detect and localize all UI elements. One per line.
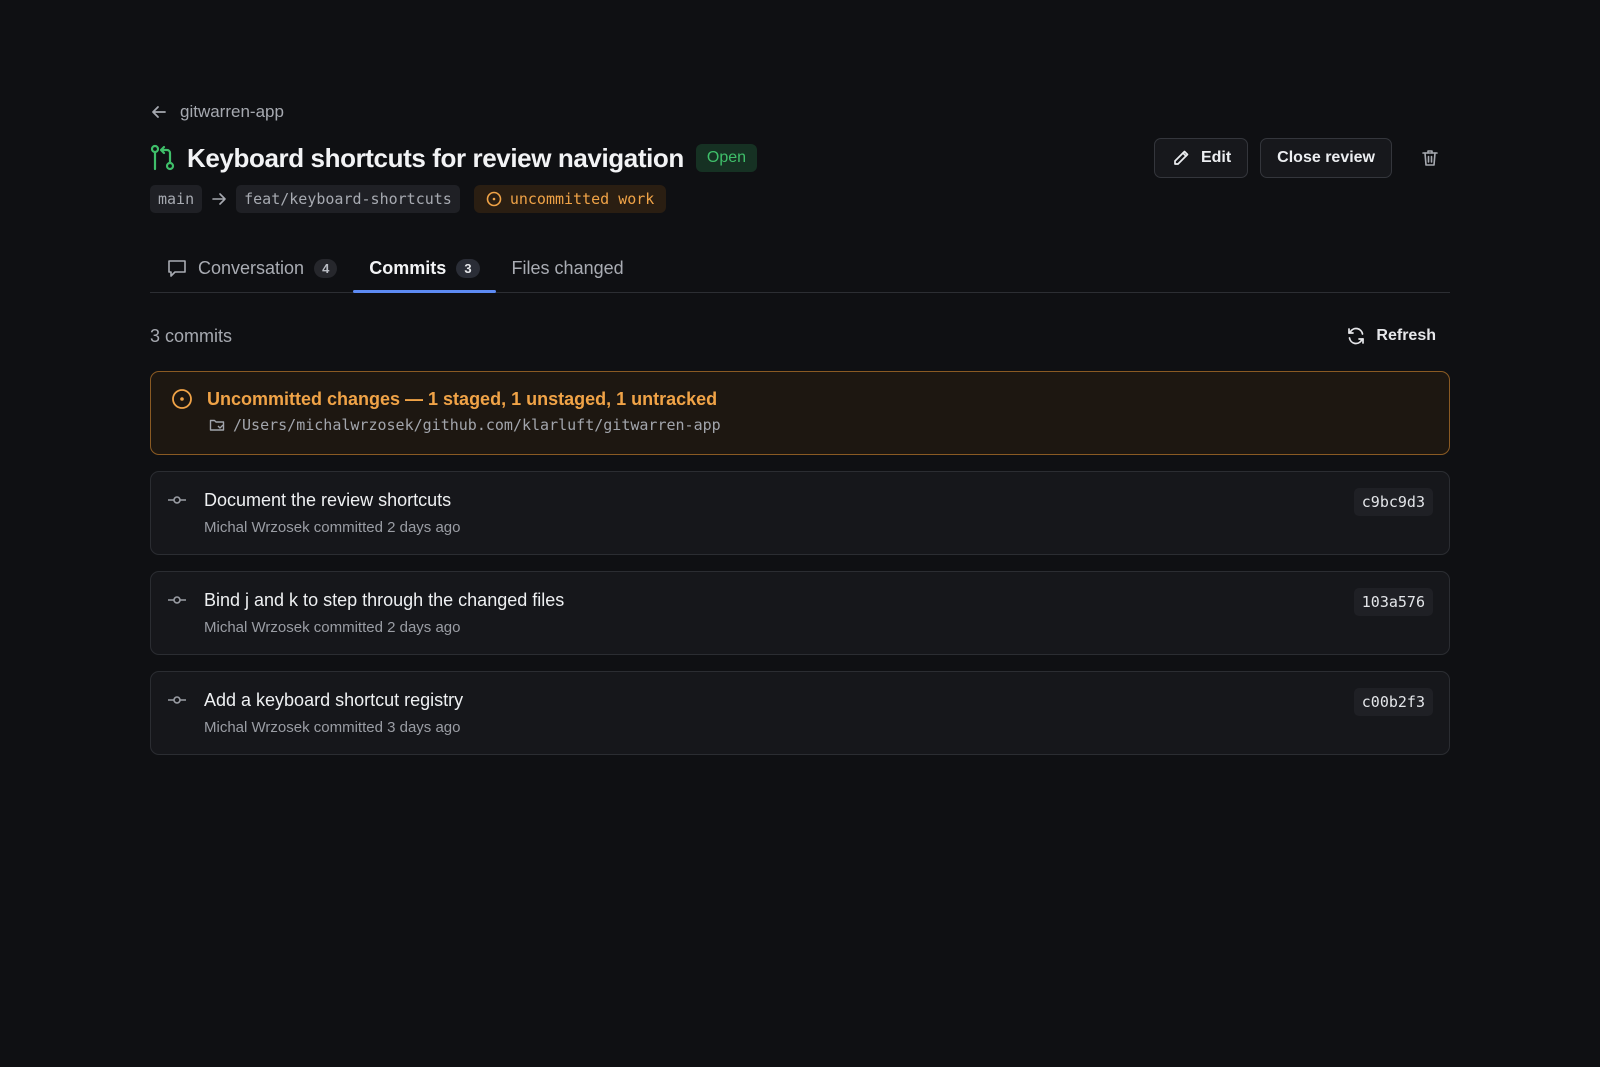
tab-commits[interactable]: Commits 3 [353,244,496,293]
uncommitted-title: Uncommitted changes — 1 staged, 1 unstag… [207,388,718,409]
commit-sha[interactable]: c9bc9d3 [1353,488,1433,516]
commit-message: Add a keyboard shortcut registry [204,690,464,710]
review-container: gitwarren-app Keyboard shortcuts for rev… [150,96,1450,755]
commit-meta: Michal Wrzosek committed 2 days ago [204,619,461,636]
base-branch: main [150,185,203,213]
commits-header: 3 commits Refresh [150,321,1450,351]
dot-circle-icon [486,191,502,207]
tab-conversation-label: Conversation [198,257,305,278]
folder-icon [209,419,225,431]
commit-row[interactable]: Bind j and k to step through the changed… [150,571,1450,655]
arrow-right-icon [212,193,226,205]
comment-icon [168,260,186,277]
pencil-icon [1174,150,1189,165]
uncommitted-work-badge: uncommitted work [473,185,667,213]
edit-button[interactable]: Edit [1153,138,1249,178]
delete-button[interactable] [1410,138,1450,178]
branch-row: main feat/keyboard-shortcuts uncommitted… [150,184,1450,214]
pull-request-icon [150,144,175,171]
commit-row[interactable]: Add a keyboard shortcut registry Michal … [150,671,1450,755]
arrow-left-icon [152,106,166,118]
tab-commits-label: Commits [369,257,447,278]
uncommitted-work-label: uncommitted work [509,190,655,208]
tab-files-changed-label: Files changed [511,257,624,278]
commit-sha[interactable]: 103a576 [1353,588,1433,616]
refresh-label: Refresh [1376,327,1436,344]
commit-message: Document the review shortcuts [204,490,452,510]
uncommitted-path-row: /Users/michalwrzosek/github.com/klarluft… [209,416,1429,434]
commit-icon [168,596,186,604]
tab-files-changed[interactable]: Files changed [496,244,640,292]
commit-meta: Michal Wrzosek committed 3 days ago [204,719,461,736]
commits-count: 3 commits [150,325,233,346]
back-link-label: gitwarren-app [180,102,284,121]
page-title: Keyboard shortcuts for review navigation [187,142,684,173]
tab-conversation-count: 4 [314,258,338,278]
refresh-icon [1348,327,1365,345]
header-actions: Edit Close review [1153,138,1450,178]
uncommitted-title-row: Uncommitted changes — 1 staged, 1 unstag… [171,388,1429,410]
head-branch: feat/keyboard-shortcuts [236,185,460,213]
commit-icon [168,496,186,504]
back-link[interactable]: gitwarren-app [150,96,1450,128]
title-row: Keyboard shortcuts for review navigation… [150,136,1450,180]
commit-meta: Michal Wrzosek committed 2 days ago [204,519,461,536]
commit-message: Bind j and k to step through the changed… [204,590,565,610]
edit-button-label: Edit [1200,149,1232,166]
tab-conversation[interactable]: Conversation 4 [150,244,353,292]
commit-row[interactable]: Document the review shortcuts Michal Wrz… [150,471,1450,555]
commit-icon [168,696,186,704]
tab-commits-count: 3 [456,258,480,278]
tab-bar: Conversation 4 Commits 3 Files changed [150,244,1450,293]
close-review-label: Close review [1277,149,1375,166]
dot-circle-icon [172,389,192,409]
close-review-button[interactable]: Close review [1260,138,1392,178]
trash-icon [1422,150,1438,166]
status-badge: Open [695,144,758,172]
commit-sha[interactable]: c00b2f3 [1353,688,1433,716]
uncommitted-changes-card[interactable]: Uncommitted changes — 1 staged, 1 unstag… [150,371,1450,455]
refresh-button[interactable]: Refresh [1346,321,1436,351]
repo-path: /Users/michalwrzosek/github.com/klarluft… [233,416,721,434]
page: gitwarren-app Keyboard shortcuts for rev… [0,0,1600,1067]
